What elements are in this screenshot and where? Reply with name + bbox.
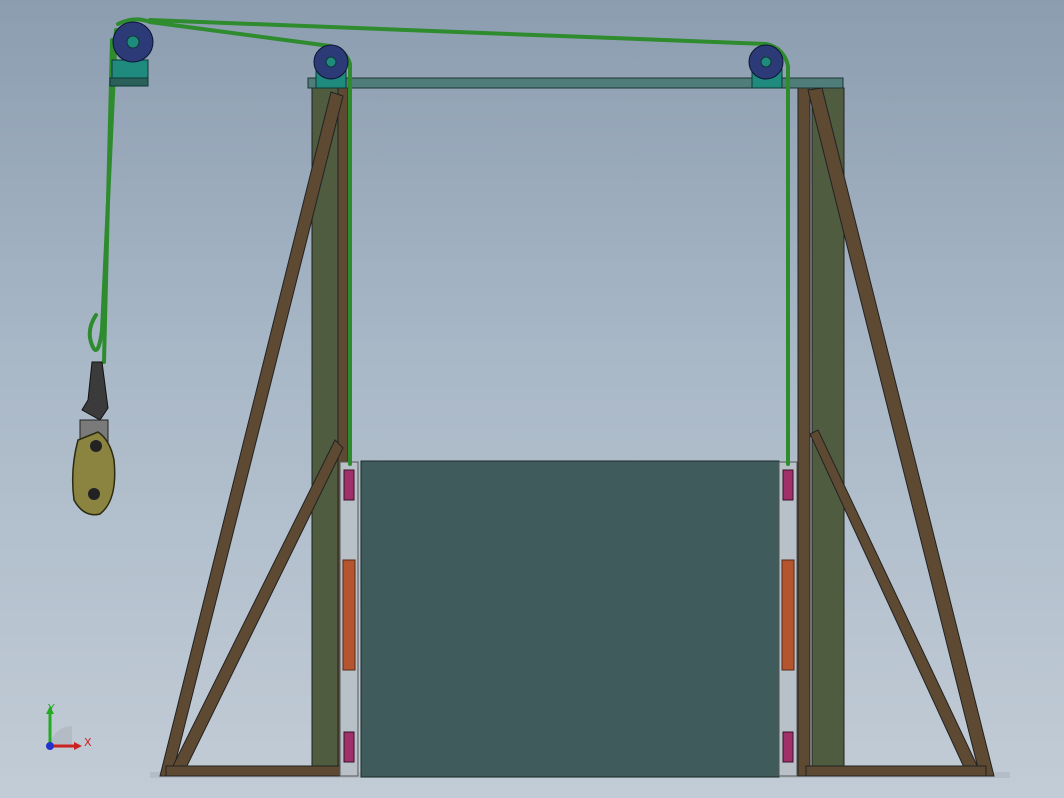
coordinate-triad: Y X <box>46 702 92 750</box>
z-axis-dot <box>46 742 54 750</box>
y-axis-label: Y <box>47 702 55 715</box>
x-axis-label: X <box>84 736 92 749</box>
x-axis-head <box>74 742 82 750</box>
cad-viewport[interactable]: Y X <box>0 0 1064 798</box>
